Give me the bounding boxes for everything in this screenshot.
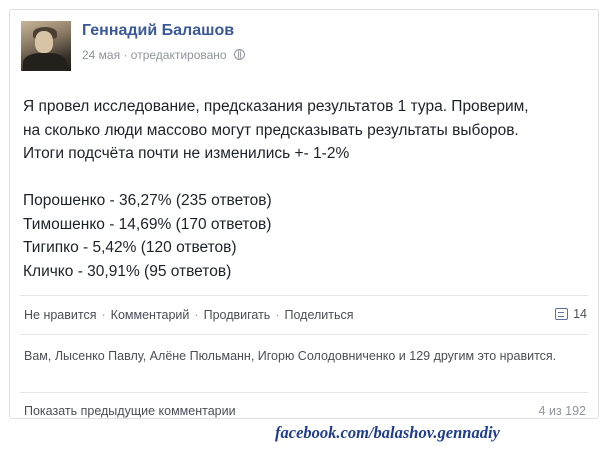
post-line: на сколько люди массово могут предсказыв… xyxy=(23,121,519,139)
action-separator: · xyxy=(194,308,199,322)
edited-label[interactable]: отредактировано xyxy=(131,48,227,62)
comment-count-value: 14 xyxy=(573,307,587,321)
show-previous-comments-link[interactable]: Показать предыдущие комментарии xyxy=(24,404,236,418)
post-line: Итоги подсчёта почти не изменились +- 1-… xyxy=(23,145,350,162)
post-line: Я провел исследование, предсказания резу… xyxy=(23,98,529,115)
post-date[interactable]: 24 мая xyxy=(82,48,120,62)
comment-page-count: 4 из 192 xyxy=(538,404,586,418)
divider xyxy=(20,334,588,335)
post-card: Геннадий Балашов 24 мая · отредактирован… xyxy=(9,9,599,419)
action-separator: · xyxy=(101,308,106,322)
watermark: facebook.com/balashov.gennadiy xyxy=(275,423,500,442)
author-avatar[interactable] xyxy=(21,21,71,71)
result-line: Порошенко - 36,27% (235 ответов) xyxy=(23,192,272,209)
comment-count[interactable]: 14 xyxy=(555,307,587,321)
avatar-face xyxy=(35,31,53,53)
share-link[interactable]: Поделиться xyxy=(284,308,353,322)
comment-link[interactable]: Комментарий xyxy=(111,308,190,322)
result-line: Кличко - 30,91% (95 ответов) xyxy=(23,262,232,280)
result-line: Тимошенко - 14,69% (170 ответов) xyxy=(23,215,272,233)
post-actions: Не нравится · Комментарий · Продвигать · Подел… xyxy=(24,308,354,322)
avatar-shoulders xyxy=(23,53,67,71)
unlike-link[interactable]: Не нравится xyxy=(24,308,97,322)
globe-icon[interactable] xyxy=(233,49,245,60)
result-line: Тигипко - 5,42% (120 ответов) xyxy=(23,239,237,256)
author-name[interactable]: Геннадий Балашов xyxy=(82,22,234,40)
comment-icon xyxy=(555,308,569,320)
likes-summary[interactable]: Вам, Лысенко Павлу, Алёне Пюльманн, Игор… xyxy=(24,348,564,365)
divider xyxy=(20,392,588,393)
divider xyxy=(20,295,588,296)
post-meta: 24 мая · отредактировано xyxy=(82,48,245,62)
post-body: Я провел исследование, предсказания резу… xyxy=(23,95,598,283)
promote-link[interactable]: Продвигать xyxy=(204,308,271,322)
meta-separator: · xyxy=(120,48,131,62)
action-separator: · xyxy=(275,308,280,322)
